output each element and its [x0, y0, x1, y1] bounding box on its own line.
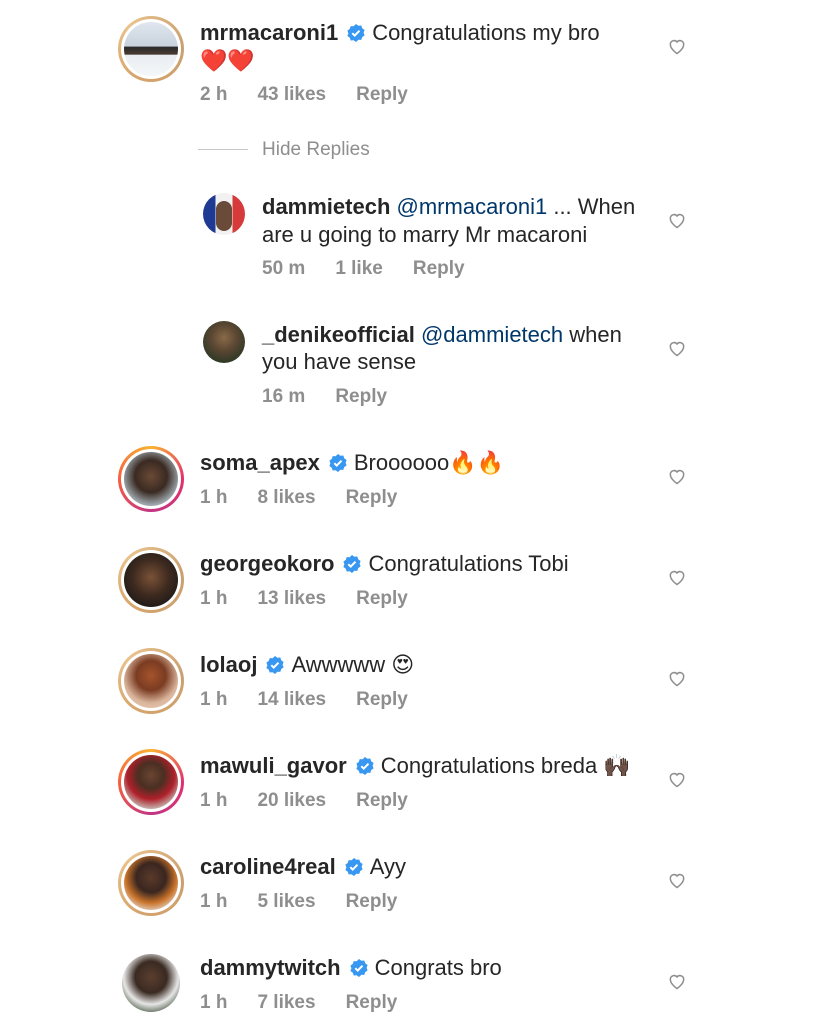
like-heart-icon[interactable]	[667, 769, 687, 789]
verified-badge-icon	[266, 656, 285, 674]
username[interactable]: georgeokoro	[200, 551, 334, 576]
verified-badge-icon	[345, 858, 363, 876]
like-heart-icon[interactable]	[667, 567, 687, 587]
like-heart-icon[interactable]	[667, 668, 687, 688]
avatar[interactable]	[118, 850, 184, 916]
comment-time: 1 h	[200, 992, 228, 1013]
likes-count[interactable]: 13 likes	[257, 588, 326, 609]
hide-replies-label[interactable]: Hide Replies	[262, 139, 370, 161]
reply-button[interactable]: Reply	[356, 84, 408, 105]
comment-emoji: 😍	[391, 652, 415, 677]
likes-count[interactable]: 5 likes	[257, 891, 315, 912]
comment-text: Broooooo	[353, 450, 450, 475]
reply-button[interactable]: Reply	[346, 891, 398, 912]
divider	[198, 149, 248, 150]
comment-emoji: 🙌🏿	[603, 753, 631, 778]
reply-button[interactable]: Reply	[346, 487, 398, 508]
avatar[interactable]	[118, 749, 184, 815]
likes-count[interactable]: 1 like	[335, 258, 383, 279]
avatar[interactable]	[122, 954, 180, 1012]
comment-text: Congratulations breda	[380, 753, 598, 778]
like-heart-icon[interactable]	[667, 338, 687, 358]
comment-text-continued: are u going to marry Mr macaroni	[262, 222, 588, 247]
avatar[interactable]	[118, 648, 184, 714]
verified-badge-icon	[356, 757, 374, 775]
mention-link[interactable]: @dammietech	[421, 322, 563, 347]
username[interactable]: mawuli_gavor	[200, 753, 347, 778]
username[interactable]: caroline4real	[200, 854, 336, 879]
comment-text: Congrats bro	[374, 955, 502, 980]
comment-time: 50 m	[262, 258, 306, 279]
comment-time: 2 h	[200, 84, 228, 105]
reply-button[interactable]: Reply	[335, 386, 387, 407]
comment-text: ... When	[547, 194, 636, 219]
comment-text: Ayy	[369, 854, 407, 879]
username[interactable]: lolaoj	[200, 652, 257, 677]
avatar[interactable]	[203, 321, 245, 363]
like-heart-icon[interactable]	[667, 210, 687, 230]
reply-button[interactable]: Reply	[356, 588, 408, 609]
likes-count[interactable]: 20 likes	[257, 790, 326, 811]
verified-badge-icon	[329, 454, 347, 472]
like-heart-icon[interactable]	[667, 466, 687, 486]
comment-time: 1 h	[200, 588, 228, 609]
likes-count[interactable]: 43 likes	[257, 84, 326, 105]
username[interactable]: dammytwitch	[200, 955, 341, 980]
comment-text-continued: you have sense	[262, 349, 417, 374]
comment-emoji: 🔥🔥	[449, 450, 505, 475]
comment-emoji: ❤️❤️	[200, 48, 255, 73]
reply-button[interactable]: Reply	[356, 790, 408, 811]
like-heart-icon[interactable]	[667, 36, 687, 56]
like-heart-icon[interactable]	[667, 971, 687, 991]
comment-text: Awwwww	[291, 652, 386, 677]
comment-time: 1 h	[200, 487, 228, 508]
avatar[interactable]	[203, 193, 245, 235]
comment-time: 1 h	[200, 891, 228, 912]
avatar[interactable]	[118, 446, 184, 512]
username[interactable]: mrmacaroni1	[200, 20, 338, 45]
avatar[interactable]	[118, 16, 184, 82]
reply-button[interactable]: Reply	[346, 992, 398, 1013]
comment-time: 16 m	[262, 386, 306, 407]
mention-link[interactable]: @mrmacaroni1	[397, 194, 548, 219]
verified-badge-icon	[349, 959, 368, 977]
comment-time: 1 h	[200, 689, 228, 710]
verified-badge-icon	[347, 24, 365, 42]
comment-text: Congratulations Tobi	[368, 551, 569, 576]
comment-time: 1 h	[200, 790, 228, 811]
username[interactable]: soma_apex	[200, 450, 320, 475]
likes-count[interactable]: 14 likes	[257, 689, 326, 710]
like-heart-icon[interactable]	[667, 870, 687, 890]
username[interactable]: dammietech	[262, 194, 390, 219]
comment-text: when	[563, 322, 622, 347]
verified-badge-icon	[343, 555, 362, 573]
comment-text: Congratulations my bro	[372, 20, 600, 45]
username[interactable]: _denikeofficial	[262, 322, 415, 347]
reply-button[interactable]: Reply	[356, 689, 408, 710]
reply-button[interactable]: Reply	[413, 258, 465, 279]
likes-count[interactable]: 8 likes	[257, 487, 315, 508]
likes-count[interactable]: 7 likes	[257, 992, 315, 1013]
avatar[interactable]	[118, 547, 184, 613]
